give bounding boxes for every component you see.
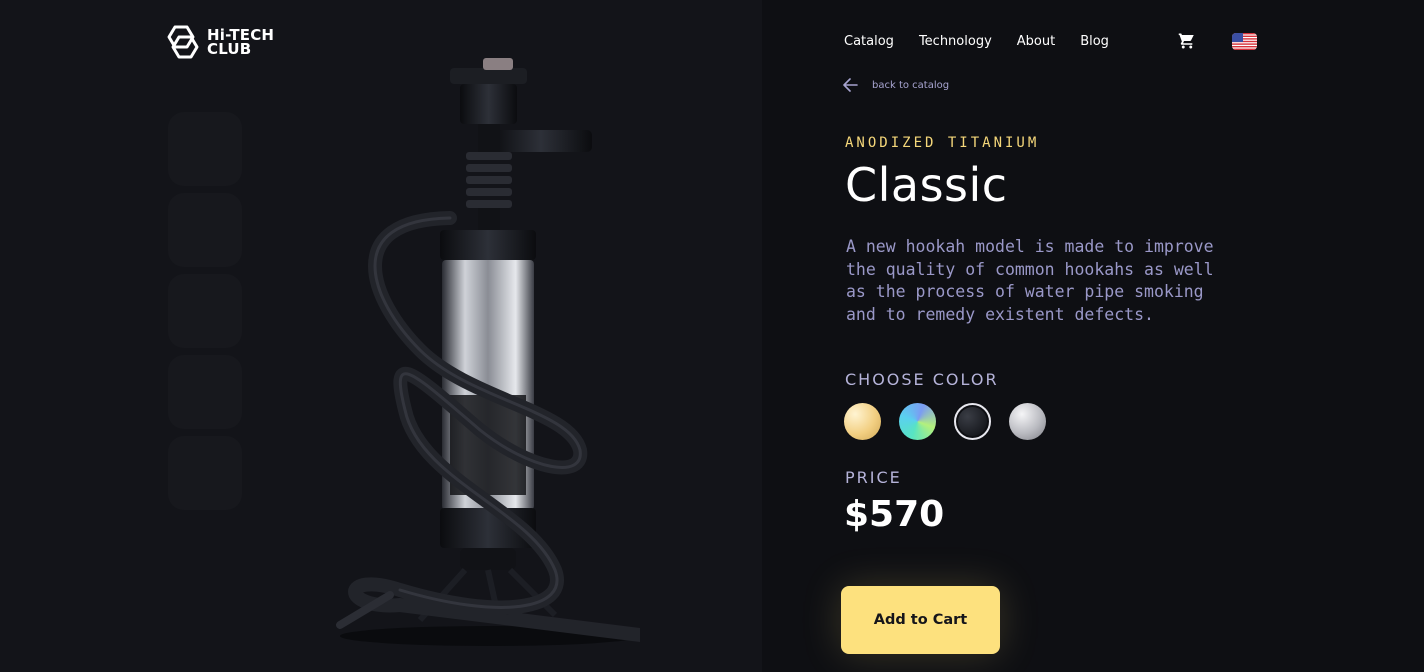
arrow-left-icon (843, 78, 858, 92)
us-flag-icon[interactable] (1232, 33, 1257, 50)
nav-catalog[interactable]: Catalog (844, 34, 894, 49)
thumbnail[interactable] (168, 112, 242, 186)
nav-blog[interactable]: Blog (1080, 34, 1109, 49)
color-label: CHOOSE COLOR (845, 370, 999, 389)
thumbnail[interactable] (168, 436, 242, 510)
thumbnail-list (168, 112, 242, 517)
main-nav: Catalog Technology About Blog (844, 34, 1134, 49)
color-swatches (844, 403, 1046, 440)
thumbnail[interactable] (168, 274, 242, 348)
product-image (336, 58, 640, 646)
thumbnail[interactable] (168, 355, 242, 429)
back-link-label: back to catalog (872, 79, 950, 91)
thumbnail[interactable] (168, 193, 242, 267)
nav-about[interactable]: About (1017, 34, 1055, 49)
color-swatch-silver[interactable] (1009, 403, 1046, 440)
brand-line-2: CLUB (207, 40, 252, 58)
back-to-catalog-link[interactable]: back to catalog (843, 78, 949, 92)
brand-logo[interactable]: Hi-TECH CLUB (165, 24, 274, 60)
product-description: A new hookah model is made to improve th… (846, 237, 1214, 324)
product-title: Classic (845, 158, 1008, 212)
color-swatch-black[interactable] (954, 403, 991, 440)
product-price: $570 (844, 494, 945, 535)
add-to-cart-button[interactable]: Add to Cart (841, 586, 1000, 654)
brand-name: Hi-TECH CLUB (207, 28, 274, 58)
product-subtitle: ANODIZED TITANIUM (845, 135, 1040, 151)
cart-icon[interactable] (1178, 32, 1196, 50)
hex-logo-icon (167, 25, 199, 59)
product-details-panel (762, 0, 1424, 672)
color-swatch-gold[interactable] (844, 403, 881, 440)
nav-technology[interactable]: Technology (919, 34, 992, 49)
price-label: PRICE (845, 468, 902, 487)
color-swatch-aurora[interactable] (899, 403, 936, 440)
